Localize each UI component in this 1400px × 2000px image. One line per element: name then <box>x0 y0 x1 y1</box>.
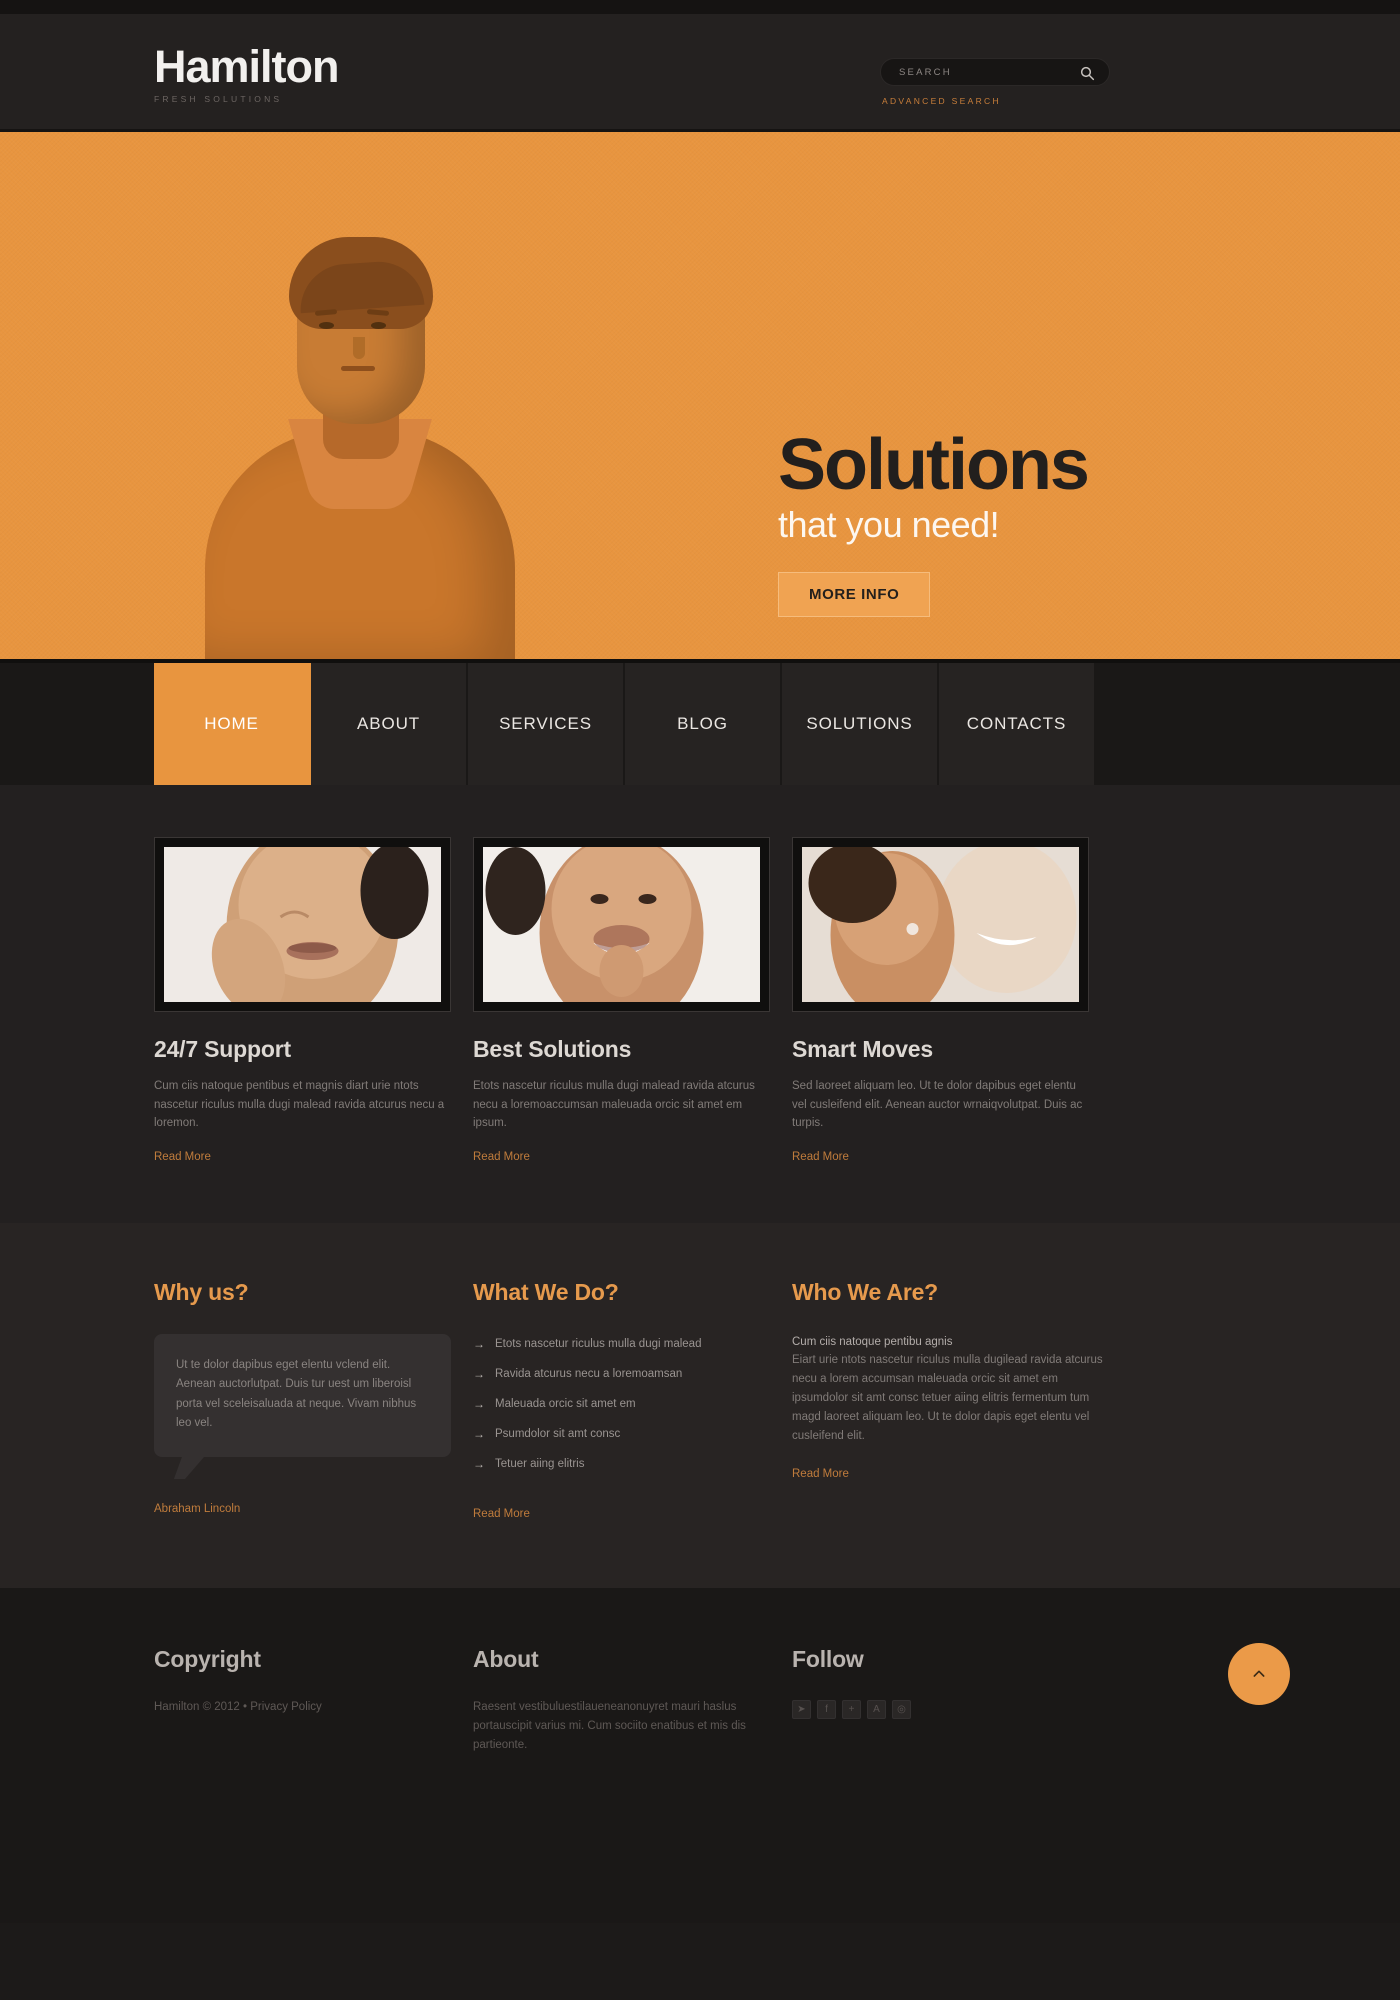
nav-item-home[interactable]: HOME <box>154 663 311 785</box>
list-item[interactable]: → Tetuer aiing elitris <box>473 1456 770 1486</box>
info-section: Why us? Ut te dolor dapibus eget elentu … <box>0 1222 1400 1589</box>
main-navigation: HOME ABOUT SERVICES BLOG SOLUTIONS CONTA… <box>0 659 1400 785</box>
nav-item-solutions[interactable]: SOLUTIONS <box>782 663 939 785</box>
card-title: 24/7 Support <box>154 1036 291 1062</box>
scroll-to-top-button[interactable] <box>1228 1643 1290 1706</box>
twitter-icon[interactable]: ➤ <box>792 1700 811 1720</box>
card-image-frame <box>792 837 1089 1012</box>
list-item[interactable]: → Psumdolor sit amt consc <box>473 1426 770 1456</box>
what-we-do-list: → Etots nascetur riculus mulla dugi male… <box>473 1336 770 1486</box>
advanced-search-link[interactable]: ADVANCED SEARCH <box>882 96 1110 106</box>
arrow-right-icon: → <box>473 1397 485 1412</box>
search-input[interactable] <box>881 59 1061 85</box>
card-title: Smart Moves <box>792 1036 933 1062</box>
why-us-heading: Why us? <box>154 1278 249 1305</box>
nav-item-contacts[interactable]: CONTACTS <box>939 663 1096 785</box>
hero-heading: Solutions <box>778 425 1090 505</box>
feature-card: 24/7 Support Cum ciis natoque pentibus e… <box>154 837 451 1165</box>
list-item[interactable]: → Etots nascetur riculus mulla dugi male… <box>473 1336 770 1366</box>
card-text: Cum ciis natoque pentibus et magnis diar… <box>154 1080 445 1130</box>
why-us-column: Why us? Ut te dolor dapibus eget elentu … <box>154 1279 451 1522</box>
card-read-more-link[interactable]: Read More <box>154 1151 211 1163</box>
hero-person-photo <box>205 189 515 659</box>
feature-cards-section: 24/7 Support Cum ciis natoque pentibus e… <box>0 785 1400 1223</box>
what-we-do-column: What We Do? → Etots nascetur riculus mul… <box>473 1279 770 1522</box>
card-image-frame <box>473 837 770 1012</box>
who-we-are-text: Eiart urie ntots nascetur riculus mulla … <box>792 1353 1103 1443</box>
card-image-frame <box>154 837 451 1012</box>
nav-item-services[interactable]: SERVICES <box>468 663 625 785</box>
arrow-right-icon: → <box>473 1366 485 1381</box>
card-image-solutions <box>483 847 760 1002</box>
card-read-more-link[interactable]: Read More <box>792 1151 849 1163</box>
feature-card: Best Solutions Etots nascetur riculus mu… <box>473 837 770 1165</box>
footer-follow-column: Follow ➤ f + A ◎ <box>792 1646 1089 1754</box>
card-text: Sed laoreet aliquam leo. Ut te dolor dap… <box>792 1080 1083 1130</box>
who-we-are-lead: Cum ciis natoque pentibu agnis <box>792 1335 953 1348</box>
list-item-label: Psumdolor sit amt consc <box>495 1428 621 1441</box>
footer-about-text: Raesent vestibuluestilaueneanonuyret mau… <box>473 1701 746 1751</box>
behance-icon[interactable]: A <box>867 1700 886 1720</box>
logo[interactable]: Hamilton FRESH SOLUTIONS <box>154 41 340 104</box>
nav-item-about[interactable]: ABOUT <box>311 663 468 785</box>
card-title: Best Solutions <box>473 1036 632 1062</box>
footer-about-column: About Raesent vestibuluestilaueneanonuyr… <box>473 1646 770 1754</box>
logo-title: Hamilton <box>154 41 340 92</box>
list-item-label: Tetuer aiing elitris <box>495 1458 585 1471</box>
nav-item-blog[interactable]: BLOG <box>625 663 782 785</box>
site-header: Hamilton FRESH SOLUTIONS ADVANCED SEARCH <box>0 14 1400 132</box>
arrow-right-icon: → <box>473 1336 485 1351</box>
what-we-do-read-more-link[interactable]: Read More <box>473 1508 530 1520</box>
testimonial-bubble: Ut te dolor dapibus eget elentu vclend e… <box>154 1333 451 1458</box>
social-links: ➤ f + A ◎ <box>792 1700 1089 1720</box>
card-read-more-link[interactable]: Read More <box>473 1151 530 1163</box>
arrow-right-icon: → <box>473 1427 485 1442</box>
who-we-are-read-more-link[interactable]: Read More <box>792 1468 849 1480</box>
list-item[interactable]: → Ravida atcurus necu a loremoamsan <box>473 1366 770 1396</box>
chevron-up-icon <box>1253 1670 1265 1678</box>
who-we-are-heading: Who We Are? <box>792 1278 939 1305</box>
card-image-support <box>164 847 441 1002</box>
list-item-label: Etots nascetur riculus mulla dugi malead <box>495 1337 702 1350</box>
who-we-are-column: Who We Are? Cum ciis natoque pentibu agn… <box>792 1279 1112 1522</box>
hero-slider: Solutions that you need! MORE INFO <box>0 132 1400 659</box>
what-we-do-heading: What We Do? <box>473 1278 619 1305</box>
hero-subheading: that you need! <box>778 504 1000 546</box>
footer-follow-heading: Follow <box>792 1646 864 1673</box>
logo-tagline: FRESH SOLUTIONS <box>154 94 283 104</box>
card-image-moves <box>802 847 1079 1002</box>
search-area: ADVANCED SEARCH <box>880 58 1110 106</box>
footer-copyright-heading: Copyright <box>154 1646 261 1673</box>
list-item-label: Ravida atcurus necu a loremoamsan <box>495 1367 683 1380</box>
list-item-label: Maleuada orcic sit amet em <box>495 1398 636 1411</box>
footer-copyright-text: Hamilton © 2012 • Privacy Policy <box>154 1701 322 1714</box>
search-icon[interactable] <box>1079 65 1095 81</box>
search-box[interactable] <box>880 58 1110 86</box>
list-item[interactable]: → Maleuada orcic sit amet em <box>473 1396 770 1426</box>
testimonial-author-link[interactable]: Abraham Lincoln <box>154 1503 451 1515</box>
footer-about-heading: About <box>473 1646 539 1673</box>
arrow-right-icon: → <box>473 1457 485 1472</box>
facebook-icon[interactable]: f <box>817 1700 836 1720</box>
site-footer: Copyright Hamilton © 2012 • Privacy Poli… <box>0 1588 1400 1924</box>
rss-icon[interactable]: ◎ <box>892 1700 911 1720</box>
google-plus-icon[interactable]: + <box>842 1700 861 1720</box>
footer-copyright-column: Copyright Hamilton © 2012 • Privacy Poli… <box>154 1646 451 1754</box>
testimonial-text: Ut te dolor dapibus eget elentu vclend e… <box>176 1358 417 1429</box>
card-text: Etots nascetur riculus mulla dugi malead… <box>473 1080 755 1130</box>
top-strip <box>0 0 1400 14</box>
hero-caption: Solutions that you need! MORE INFO <box>778 425 1198 617</box>
feature-card: Smart Moves Sed laoreet aliquam leo. Ut … <box>792 837 1089 1165</box>
more-info-button[interactable]: MORE INFO <box>778 571 931 617</box>
